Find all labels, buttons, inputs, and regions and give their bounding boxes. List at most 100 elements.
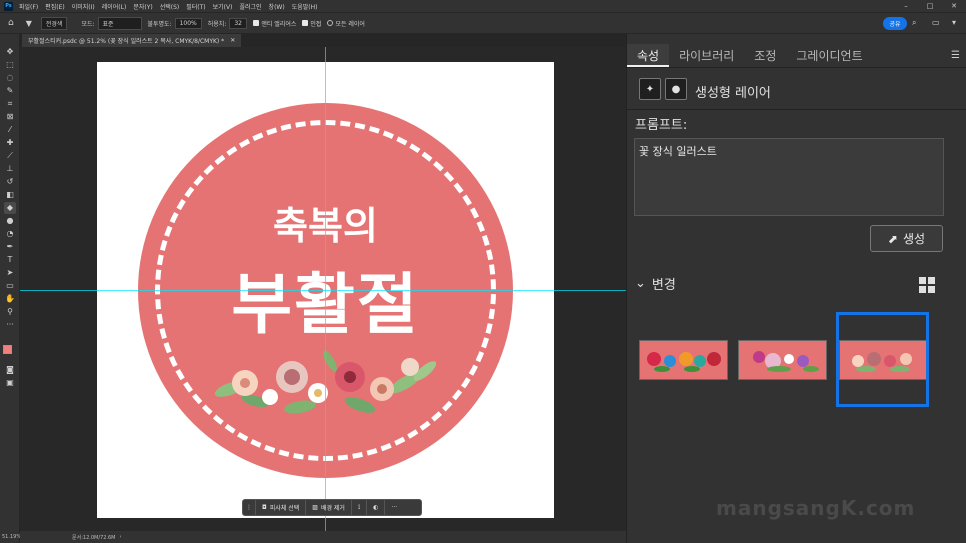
more-options-button[interactable]: ··· <box>385 500 403 515</box>
maximize-icon[interactable]: □ <box>918 0 942 12</box>
fill-source-select[interactable]: 전경색 <box>38 16 68 30</box>
antialias-checkbox[interactable]: 앤티 앨리어스 <box>253 19 296 28</box>
tolerance-control: 허용치: 32 <box>207 17 248 29</box>
tab-gradients[interactable]: 그레이디언트 <box>786 44 872 67</box>
horizontal-guide[interactable] <box>20 290 626 291</box>
close-tab-icon[interactable]: ✕ <box>230 37 235 44</box>
layer-type-label: 생성형 레이어 <box>695 86 771 101</box>
checkbox-unchecked-icon <box>327 20 334 26</box>
contextual-task-bar: ⋮ ◘ 피사체 선택 ▨ 배경 제거 ⟟ ◐ ··· <box>242 499 422 516</box>
prompt-input[interactable]: 꽃 장식 일러스트 <box>634 138 944 216</box>
flower-garland-image <box>214 350 437 414</box>
person-icon: ◘ <box>262 504 267 511</box>
document-tab[interactable]: 부활절스티커.psdc @ 51.2% (꽃 장식 일러스트 2 복사, CMY… <box>22 34 242 47</box>
search-icon[interactable]: ⌕ <box>912 18 916 28</box>
menu-window[interactable]: 창(W) <box>269 2 285 11</box>
variation-thumbnail-1[interactable] <box>639 340 728 380</box>
opacity-input[interactable]: 100% <box>174 17 202 29</box>
menu-file[interactable]: 파일(F) <box>19 2 38 11</box>
share-button[interactable]: 공유 <box>883 17 907 30</box>
pen-tool-icon[interactable]: ✒ <box>4 241 16 253</box>
menu-view[interactable]: 보기(V) <box>213 2 233 11</box>
transform-icon[interactable]: ⟟ <box>352 500 368 515</box>
menu-image[interactable]: 이미지(I) <box>72 2 95 11</box>
adjust-icon[interactable]: ◐ <box>367 500 386 515</box>
vertical-guide[interactable] <box>325 47 326 531</box>
drag-handle[interactable]: ⋮ <box>243 500 256 515</box>
zoom-tool-icon[interactable]: ⚲ <box>4 306 16 318</box>
select-subject-button[interactable]: ◘ 피사체 선택 <box>256 500 307 515</box>
screen-mode-icon[interactable]: ▣ <box>4 377 16 389</box>
remove-background-button[interactable]: ▨ 배경 제거 <box>306 500 352 515</box>
image-icon: ▨ <box>312 504 318 511</box>
stamp-tool-icon[interactable]: ⊥ <box>4 163 16 175</box>
eraser-tool-icon[interactable]: ◧ <box>4 189 16 201</box>
photoshop-logo-icon: Ps <box>4 1 13 11</box>
blur-tool-icon[interactable]: ● <box>4 215 16 227</box>
tab-properties[interactable]: 속성 <box>627 44 670 67</box>
history-brush-icon[interactable]: ↺ <box>4 176 16 188</box>
crop-tool-icon[interactable]: ⌗ <box>4 98 16 110</box>
move-tool-icon[interactable]: ✥ <box>4 46 16 58</box>
mode-control: 모드: 표준 <box>81 16 142 30</box>
home-icon[interactable]: ⌂ <box>8 18 14 28</box>
type-tool-icon[interactable]: T <box>4 254 16 266</box>
generate-button[interactable]: ⬈ 생성 <box>870 225 943 252</box>
rectangle-tool-icon[interactable]: ▭ <box>4 280 16 292</box>
all-layers-checkbox[interactable]: 모든 레이어 <box>327 19 365 28</box>
more-tools-icon[interactable]: ··· <box>4 319 16 331</box>
frame-tool-icon[interactable]: ⊠ <box>4 111 16 123</box>
arrange-icon[interactable]: ▾ <box>952 18 956 27</box>
quick-select-tool-icon[interactable]: ✎ <box>4 85 16 97</box>
mode-label: 모드: <box>81 20 95 28</box>
generate-label: 생성 <box>902 232 926 246</box>
opacity-control: 불투명도: 100% <box>148 17 202 29</box>
variation-2-image <box>753 351 819 372</box>
panel-menu-icon[interactable]: ☰ <box>951 50 960 61</box>
status-arrow-icon[interactable]: › <box>119 534 121 540</box>
tolerance-label: 허용치: <box>207 20 227 28</box>
variations-header[interactable]: ⌄ 변경 <box>635 274 676 293</box>
status-bar: 문서:12.0M/72.6M › <box>20 531 626 543</box>
variation-thumbnail-2[interactable] <box>738 340 827 380</box>
lasso-tool-icon[interactable]: ◌ <box>4 72 16 84</box>
tolerance-input[interactable]: 32 <box>229 17 248 29</box>
foreground-color-swatch[interactable] <box>3 345 12 354</box>
zoom-level[interactable]: 51.19% <box>0 531 21 543</box>
dodge-tool-icon[interactable]: ◔ <box>4 228 16 240</box>
healing-tool-icon[interactable]: ✚ <box>4 137 16 149</box>
brush-tool-icon[interactable]: ⟋ <box>4 150 16 162</box>
menu-filter[interactable]: 필터(T) <box>186 2 205 11</box>
paint-bucket-tool-icon[interactable]: ◆ <box>4 202 16 214</box>
menu-select[interactable]: 선택(S) <box>160 2 180 11</box>
eyedropper-tool-icon[interactable]: ⁄ <box>4 124 16 136</box>
menu-type[interactable]: 문자(Y) <box>133 2 152 11</box>
options-bar: ⌂ ▼ 전경색 모드: 표준 불투명도: 100% 허용치: 32 앤티 앨리어… <box>0 12 966 34</box>
marquee-tool-icon[interactable]: ⬚ <box>4 59 16 71</box>
tab-adjustments[interactable]: 조정 <box>744 44 786 67</box>
select-subject-label: 피사체 선택 <box>269 505 300 512</box>
quick-mask-icon[interactable]: ◙ <box>4 364 16 376</box>
menu-plugins[interactable]: 플러그인 <box>239 2 261 11</box>
menu-edit[interactable]: 편집(E) <box>45 2 65 11</box>
close-icon[interactable]: ✕ <box>942 0 966 12</box>
tools-panel: ✥ ⬚ ◌ ✎ ⌗ ⊠ ⁄ ✚ ⟋ ⊥ ↺ ◧ ◆ ● ◔ ✒ T ➤ ▭ ✋ … <box>0 34 20 543</box>
paint-bucket-tool-icon[interactable]: ▼ <box>26 19 32 28</box>
hand-tool-icon[interactable]: ✋ <box>4 293 16 305</box>
menu-layer[interactable]: 레이어(L) <box>102 2 127 11</box>
generative-layer-icon: ✦ <box>639 78 661 100</box>
workspace-icon[interactable]: ▭ <box>932 18 940 27</box>
checkbox-checked-icon <box>302 20 309 26</box>
contiguous-checkbox[interactable]: 인접 <box>302 19 321 28</box>
minimize-icon[interactable]: – <box>894 0 918 12</box>
menu-help[interactable]: 도움말(H) <box>292 2 318 11</box>
document-info[interactable]: 문서:12.0M/72.6M <box>72 534 115 541</box>
checkbox-checked-icon <box>253 20 260 26</box>
properties-panel: 속성 라이브러리 조정 그레이디언트 ☰ ✦ ● 생성형 레이어 프롬프트: 꽃… <box>626 34 966 543</box>
document-tab-title: 부활절스티커.psdc @ 51.2% (꽃 장식 일러스트 2 복사, CMY… <box>28 38 225 45</box>
tab-libraries[interactable]: 라이브러리 <box>669 44 744 67</box>
grid-view-icon[interactable] <box>919 277 935 293</box>
canvas-workspace[interactable]: 축복의 부활절 ⋮ ◘ 피사체 선택 ▨ 배경 제거 ⟟ ◐ ··· <box>20 47 626 531</box>
path-select-tool-icon[interactable]: ➤ <box>4 267 16 279</box>
mode-select[interactable]: 표준 <box>97 16 142 30</box>
